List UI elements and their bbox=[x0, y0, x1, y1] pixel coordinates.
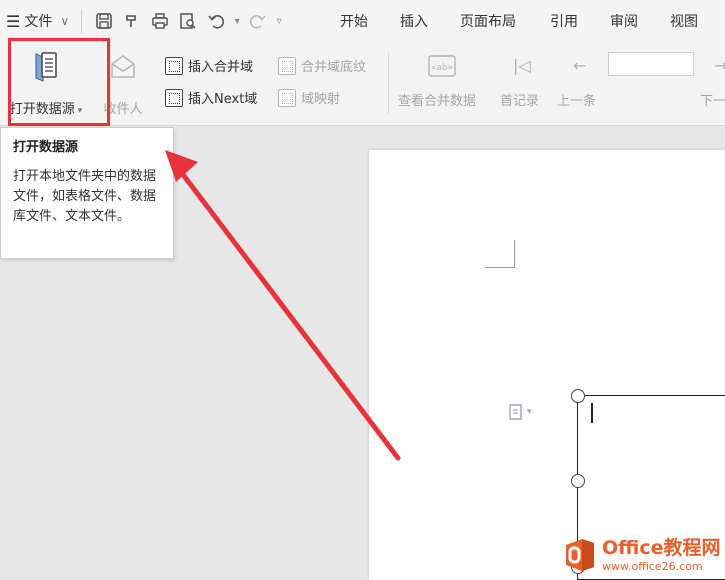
svg-text:«ab»: «ab» bbox=[431, 63, 453, 73]
tooltip-body: 打开本地文件夹中的数据文件，如表格文件、数据库文件、文本文件。 bbox=[13, 169, 157, 224]
format-painter-icon[interactable] bbox=[118, 12, 146, 30]
field-mapping-label: 域映射 bbox=[301, 92, 341, 107]
next-record-label: 下一 bbox=[700, 94, 725, 109]
highlight-box bbox=[8, 38, 110, 126]
insert-merge-field-label: 插入合并域 bbox=[188, 60, 254, 75]
text-cursor bbox=[591, 403, 593, 423]
document-page[interactable]: ▾ bbox=[369, 150, 725, 580]
tooltip: 打开数据源 打开本地文件夹中的数据文件，如表格文件、数据库文件、文本文件。 bbox=[0, 127, 174, 259]
resize-handle[interactable] bbox=[571, 389, 585, 403]
field-mapping-icon bbox=[278, 88, 296, 107]
right-arrow-icon: → bbox=[714, 56, 725, 75]
recipient-icon bbox=[108, 50, 138, 86]
next-field-icon bbox=[165, 88, 183, 107]
record-number-input[interactable] bbox=[608, 52, 694, 76]
paste-options-icon[interactable]: ▾ bbox=[509, 404, 532, 420]
print-icon[interactable] bbox=[146, 12, 174, 30]
left-arrow-icon: ← bbox=[573, 56, 587, 75]
merge-field-icon bbox=[165, 56, 183, 75]
customize-toolbar-icon[interactable]: ▿ bbox=[272, 16, 286, 27]
chevron-down-icon: ▾ bbox=[527, 407, 532, 417]
tab-references[interactable]: 引用 bbox=[550, 11, 590, 31]
print-preview-icon[interactable] bbox=[174, 12, 202, 30]
margin-corner-mark bbox=[485, 240, 515, 268]
undo-icon[interactable] bbox=[202, 12, 230, 30]
tooltip-title: 打开数据源 bbox=[13, 140, 79, 155]
tab-view[interactable]: 视图 bbox=[670, 11, 710, 31]
merge-field-shading-label: 合并域底纹 bbox=[301, 60, 367, 75]
merge-field-shading-button[interactable]: 合并域底纹 bbox=[278, 56, 366, 75]
prev-record-label: 上一条 bbox=[557, 94, 597, 109]
site-logo: Office教程网 www.office26.com bbox=[560, 530, 725, 580]
abc-preview-icon: «ab» bbox=[428, 54, 456, 82]
tab-insert[interactable]: 插入 bbox=[400, 11, 440, 31]
resize-handle[interactable] bbox=[571, 474, 585, 488]
office-logo-icon bbox=[560, 536, 598, 574]
file-menu[interactable]: ☰ 文件 ∨ bbox=[0, 0, 69, 42]
first-record-icon: |◁ bbox=[513, 56, 531, 75]
tab-review[interactable]: 审阅 bbox=[610, 11, 650, 31]
menu-bar: ☰ 文件 ∨ ▾ ▿ 开始 插入 页面布局 引用 审阅 视图 bbox=[0, 0, 725, 42]
insert-next-field-label: 插入Next域 bbox=[188, 92, 258, 107]
logo-name: Office教程网 bbox=[602, 536, 721, 559]
shading-icon bbox=[278, 56, 296, 75]
logo-url: www.office26.com bbox=[602, 559, 703, 573]
view-merged-data-label: 查看合并数据 bbox=[398, 94, 477, 109]
tab-home[interactable]: 开始 bbox=[340, 11, 380, 31]
hamburger-icon: ☰ bbox=[6, 11, 21, 31]
save-icon[interactable] bbox=[90, 12, 118, 30]
first-record-label: 首记录 bbox=[500, 94, 540, 109]
divider bbox=[388, 52, 389, 114]
tab-page-layout[interactable]: 页面布局 bbox=[460, 11, 530, 31]
file-menu-label: 文件 bbox=[24, 14, 53, 30]
field-mapping-button[interactable]: 域映射 bbox=[278, 88, 340, 107]
undo-dropdown-icon[interactable]: ▾ bbox=[230, 16, 244, 27]
divider bbox=[81, 9, 83, 33]
insert-next-field-button[interactable]: 插入Next域 bbox=[165, 88, 257, 107]
redo-icon[interactable] bbox=[244, 12, 272, 30]
insert-merge-field-button[interactable]: 插入合并域 bbox=[165, 56, 253, 75]
chevron-down-icon: ∨ bbox=[60, 14, 70, 28]
